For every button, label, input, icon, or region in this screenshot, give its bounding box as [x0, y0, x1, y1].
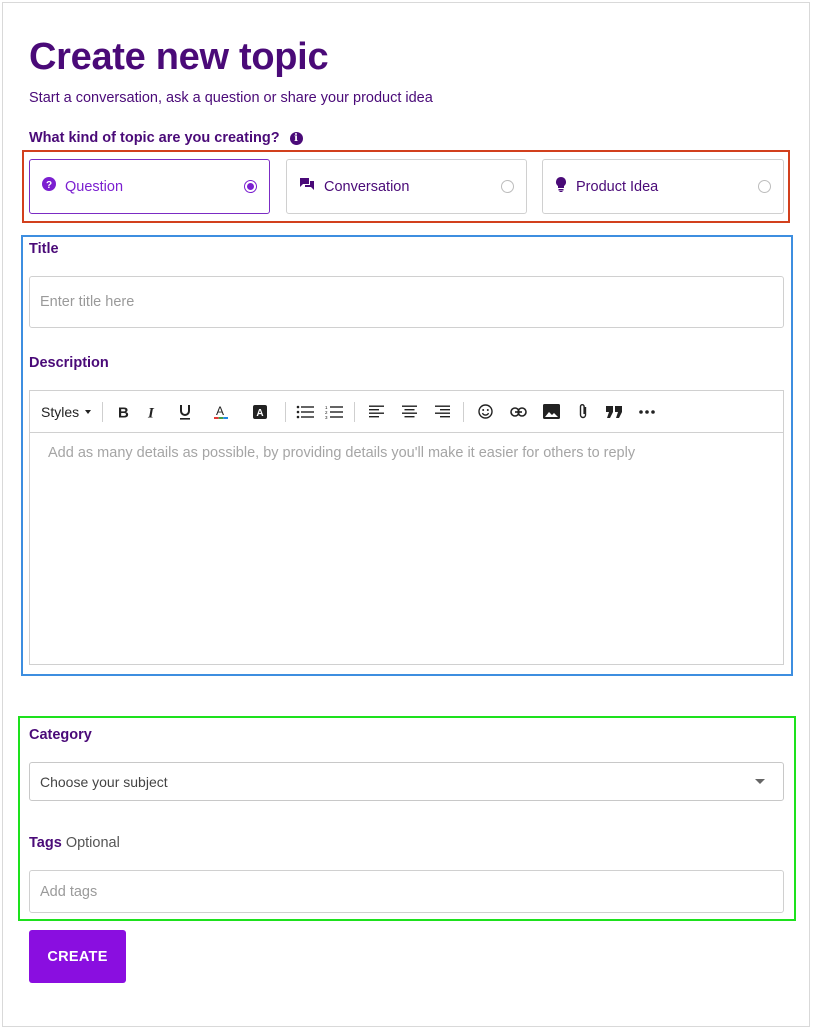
- description-editor: Styles B I A A 123: [29, 390, 784, 665]
- create-button[interactable]: CREATE: [29, 930, 126, 983]
- align-left-icon[interactable]: [360, 400, 392, 424]
- caret-down-icon: [85, 409, 92, 414]
- description-label: Description: [29, 355, 109, 371]
- styles-dropdown-label: Styles: [41, 403, 80, 420]
- background-color-icon[interactable]: A: [240, 400, 280, 424]
- category-select-value: Choose your subject: [40, 773, 168, 790]
- tags-label: Tags Optional: [29, 835, 120, 851]
- align-center-icon[interactable]: [392, 400, 426, 424]
- attachment-icon[interactable]: [567, 400, 599, 424]
- tags-input[interactable]: [29, 870, 784, 913]
- topic-type-product-idea[interactable]: Product Idea: [542, 159, 784, 214]
- topic-type-question-label: Question: [65, 178, 124, 195]
- topic-kind-label: What kind of topic are you creating? i: [29, 130, 303, 146]
- category-select[interactable]: Choose your subject: [29, 762, 784, 801]
- chevron-down-icon: [755, 779, 765, 784]
- svg-text:A: A: [216, 404, 224, 418]
- product-idea-radio[interactable]: [758, 180, 771, 193]
- more-icon[interactable]: [629, 400, 665, 424]
- svg-text:B: B: [118, 405, 129, 419]
- category-label: Category: [29, 727, 92, 743]
- page-title: Create new topic: [29, 36, 329, 78]
- toolbar-separator: [354, 401, 356, 422]
- topic-type-conversation[interactable]: Conversation: [286, 159, 527, 214]
- question-circle-icon: ?: [42, 177, 56, 196]
- tags-optional-hint: Optional: [65, 835, 120, 851]
- emoji-icon[interactable]: [469, 400, 501, 424]
- bulleted-list-icon[interactable]: [291, 400, 319, 424]
- svg-text:I: I: [147, 405, 155, 419]
- styles-dropdown[interactable]: Styles: [41, 400, 97, 424]
- title-input[interactable]: [29, 276, 784, 328]
- link-icon[interactable]: [501, 400, 535, 424]
- topic-type-question[interactable]: ? Question: [29, 159, 270, 214]
- page-subtitle: Start a conversation, ask a question or …: [29, 90, 433, 106]
- numbered-list-icon[interactable]: 123: [319, 400, 349, 424]
- description-textarea[interactable]: [30, 433, 783, 664]
- align-right-icon[interactable]: [426, 400, 458, 424]
- lightbulb-icon: [555, 176, 567, 197]
- image-icon[interactable]: [535, 400, 567, 424]
- conversation-radio[interactable]: [501, 180, 514, 193]
- topic-type-conversation-label: Conversation: [324, 178, 410, 195]
- text-color-icon[interactable]: A: [202, 400, 240, 424]
- editor-toolbar: Styles B I A A 123: [30, 391, 783, 433]
- tags-label-text: Tags: [29, 835, 62, 851]
- topic-kind-label-text: What kind of topic are you creating?: [29, 130, 280, 146]
- svg-text:A: A: [257, 408, 264, 419]
- toolbar-separator: [463, 401, 465, 422]
- title-label: Title: [29, 241, 59, 257]
- info-icon[interactable]: i: [289, 131, 303, 145]
- svg-text:?: ?: [46, 180, 52, 191]
- svg-text:3: 3: [325, 415, 328, 419]
- italic-icon[interactable]: I: [138, 400, 168, 424]
- topic-type-product-idea-label: Product Idea: [576, 178, 659, 195]
- toolbar-separator: [102, 401, 104, 422]
- underline-icon[interactable]: [168, 400, 202, 424]
- bold-icon[interactable]: B: [108, 400, 138, 424]
- chat-bubbles-icon: [299, 177, 315, 196]
- blockquote-icon[interactable]: [599, 400, 629, 424]
- question-radio[interactable]: [244, 180, 257, 193]
- toolbar-separator: [285, 401, 287, 422]
